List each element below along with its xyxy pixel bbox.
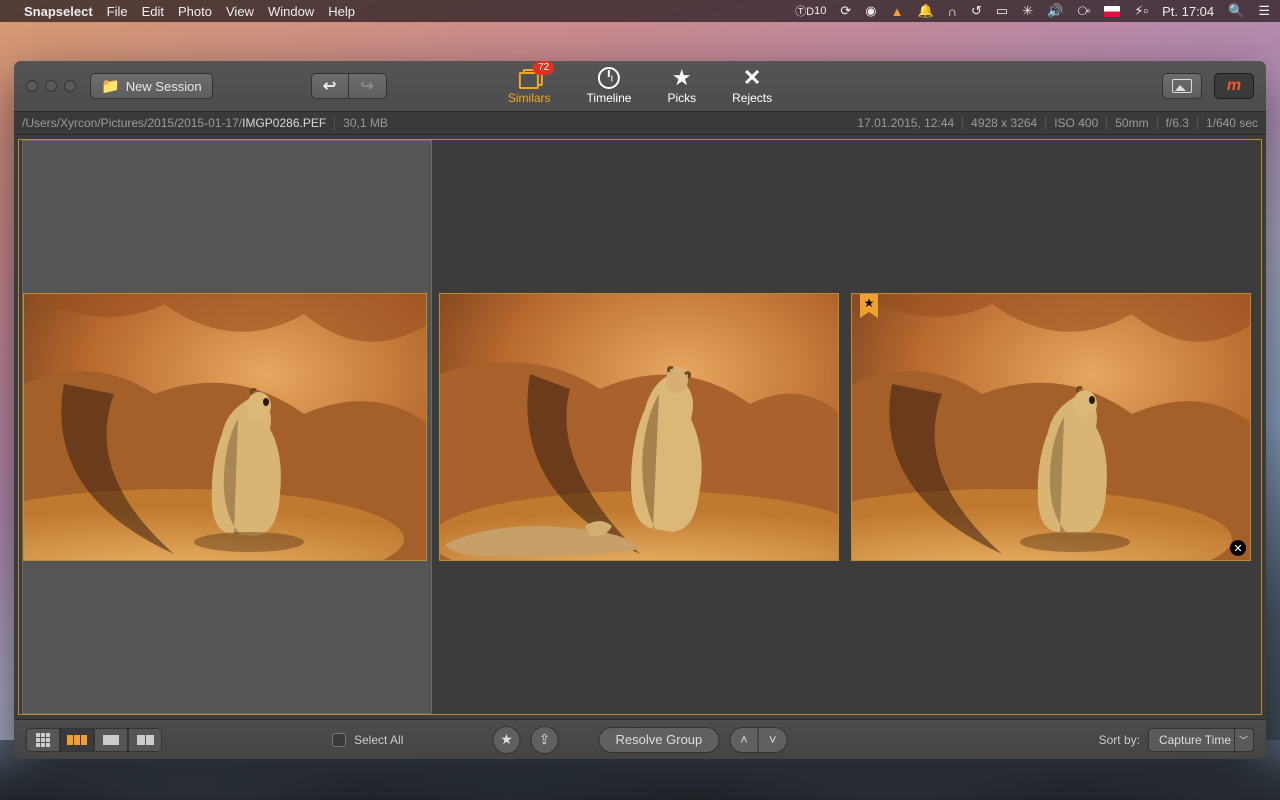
chevron-down-icon: ˅ xyxy=(769,732,777,747)
window-minimize-button[interactable] xyxy=(45,80,57,92)
focal-length: 50mm xyxy=(1115,116,1148,130)
menuextra-spotlight-icon[interactable]: 🔍 xyxy=(1228,3,1244,19)
select-all-checkbox[interactable] xyxy=(332,733,346,747)
prev-group-button[interactable]: ˄ xyxy=(729,727,759,753)
menu-file[interactable]: File xyxy=(107,4,128,19)
image-icon xyxy=(1172,79,1192,93)
share-icon: ⇪ xyxy=(539,731,551,748)
aperture: f/6.3 xyxy=(1166,116,1189,130)
mode-timeline[interactable]: Timeline xyxy=(587,67,632,105)
menuextra-headphones-icon[interactable]: ∩ xyxy=(948,4,957,19)
thumbnail-image xyxy=(439,293,839,561)
mode-rejects[interactable]: ✕ Rejects xyxy=(732,67,772,105)
menuextra-display-icon[interactable]: ▭ xyxy=(996,3,1008,19)
menuextra-notification-center-icon[interactable]: ☰ xyxy=(1258,3,1270,19)
x-icon: ✕ xyxy=(741,67,763,89)
row-icon xyxy=(67,735,87,745)
mode-similars-label: Similars xyxy=(508,91,551,105)
titlebar: 📁 New Session ↩ ↪ 72 Similars Timeline ★… xyxy=(14,61,1266,111)
menuextra-input-flag-icon[interactable] xyxy=(1104,6,1120,17)
shutter-speed: 1/640 sec xyxy=(1206,116,1258,130)
view-single-button[interactable] xyxy=(94,728,128,752)
mode-timeline-label: Timeline xyxy=(587,91,632,105)
arrow-back-icon: ↩ xyxy=(323,76,336,96)
menuextra-bell-icon[interactable]: ▲ xyxy=(891,4,904,19)
menuextra-volume-icon[interactable]: 🔊 xyxy=(1047,3,1063,19)
mode-rejects-label: Rejects xyxy=(732,91,772,105)
view-compare-button[interactable] xyxy=(128,728,162,752)
menuextra-notifications-icon[interactable]: 🔔 xyxy=(917,3,933,19)
file-path: /Users/Xyrcon/Pictures/2015/2015-01-17/I… xyxy=(22,116,326,130)
star-icon: ★ xyxy=(500,731,513,748)
menu-help[interactable]: Help xyxy=(328,4,355,19)
thumbnail-slot[interactable] xyxy=(438,140,844,714)
thumbnail-image: ★ ✕ xyxy=(851,293,1251,561)
menuextra-bluetooth-icon[interactable]: ✳︎ xyxy=(1022,3,1033,19)
folder-plus-icon: 📁 xyxy=(101,77,120,95)
image-dimensions: 4928 x 3264 xyxy=(971,116,1037,130)
menu-edit[interactable]: Edit xyxy=(142,4,164,19)
clock-icon xyxy=(598,67,620,89)
menuextra-clock[interactable]: Pt. 17:04 xyxy=(1162,4,1214,19)
menuextra-timemachine-icon[interactable]: ↺ xyxy=(971,3,982,19)
menu-photo[interactable]: Photo xyxy=(178,4,212,19)
window-zoom-button[interactable] xyxy=(64,80,76,92)
infobar: /Users/Xyrcon/Pictures/2015/2015-01-17/I… xyxy=(14,111,1266,135)
app-menu[interactable]: Snapselect xyxy=(24,4,93,19)
mode-similars[interactable]: 72 Similars xyxy=(508,67,551,105)
bottombar: Select All ★ ⇪ Resolve Group ˄ ˅ Sort by… xyxy=(14,719,1266,759)
window-close-button[interactable] xyxy=(26,80,38,92)
new-session-button[interactable]: 📁 New Session xyxy=(90,73,213,99)
similars-icon: 72 xyxy=(518,67,540,89)
preview-toggle-button[interactable] xyxy=(1162,73,1202,99)
macphun-button[interactable]: m xyxy=(1214,73,1254,99)
menu-window[interactable]: Window xyxy=(268,4,314,19)
thumbnail-slot[interactable] xyxy=(22,140,432,714)
mac-menubar: Snapselect File Edit Photo View Window H… xyxy=(0,0,1280,22)
next-group-button[interactable]: ˅ xyxy=(759,727,788,753)
menuextra-wifi-icon[interactable]: ⧂ xyxy=(1077,3,1090,19)
thumbnail-strip: ★ ✕ xyxy=(18,139,1262,715)
compare-icon xyxy=(137,735,154,745)
mode-picks[interactable]: ★ Picks xyxy=(667,67,696,105)
single-icon xyxy=(103,735,119,745)
reject-badge-icon: ✕ xyxy=(1230,540,1246,556)
chevron-up-icon: ˄ xyxy=(740,732,748,747)
thumbnail-slot[interactable]: ★ ✕ xyxy=(850,140,1256,714)
new-session-label: New Session xyxy=(126,79,202,94)
menuextra-battery-icon[interactable]: ⚡︎▫︎ xyxy=(1134,3,1148,19)
resolve-group-button[interactable]: Resolve Group xyxy=(599,727,720,753)
nav-back-button[interactable]: ↩ xyxy=(311,73,349,99)
menu-view[interactable]: View xyxy=(226,4,254,19)
menuextra-sync-icon[interactable]: ⟳ xyxy=(840,3,851,19)
sort-by-value: Capture Time xyxy=(1159,733,1231,747)
similars-badge: 72 xyxy=(533,61,554,75)
view-row-button[interactable] xyxy=(60,728,94,752)
app-window: 📁 New Session ↩ ↪ 72 Similars Timeline ★… xyxy=(14,61,1266,759)
star-icon: ★ xyxy=(671,67,693,89)
menuextra-cc-icon[interactable]: ◉ xyxy=(865,3,876,19)
select-all-label: Select All xyxy=(354,733,403,747)
mode-picks-label: Picks xyxy=(667,91,696,105)
chevron-down-icon: ﹀ xyxy=(1239,733,1248,746)
nav-forward-button[interactable]: ↪ xyxy=(349,73,387,99)
sort-by-label: Sort by: xyxy=(1099,733,1140,747)
menuextra-td-icon[interactable]: ⓉD10 xyxy=(795,3,826,19)
window-controls xyxy=(26,80,76,92)
iso-value: ISO 400 xyxy=(1054,116,1098,130)
file-size: 30,1 MB xyxy=(343,116,388,130)
pick-button[interactable]: ★ xyxy=(493,726,521,754)
macphun-icon: m xyxy=(1227,77,1241,95)
grid-icon xyxy=(36,733,50,747)
view-grid-button[interactable] xyxy=(26,728,60,752)
capture-datetime: 17.01.2015, 12:44 xyxy=(857,116,954,130)
canvas: ★ ✕ xyxy=(14,135,1266,719)
thumbnail-image xyxy=(23,293,427,561)
sort-by-select[interactable]: Capture Time ﹀ xyxy=(1148,728,1254,752)
share-button[interactable]: ⇪ xyxy=(531,726,559,754)
view-switcher xyxy=(26,728,162,752)
arrow-forward-icon: ↪ xyxy=(360,76,373,96)
